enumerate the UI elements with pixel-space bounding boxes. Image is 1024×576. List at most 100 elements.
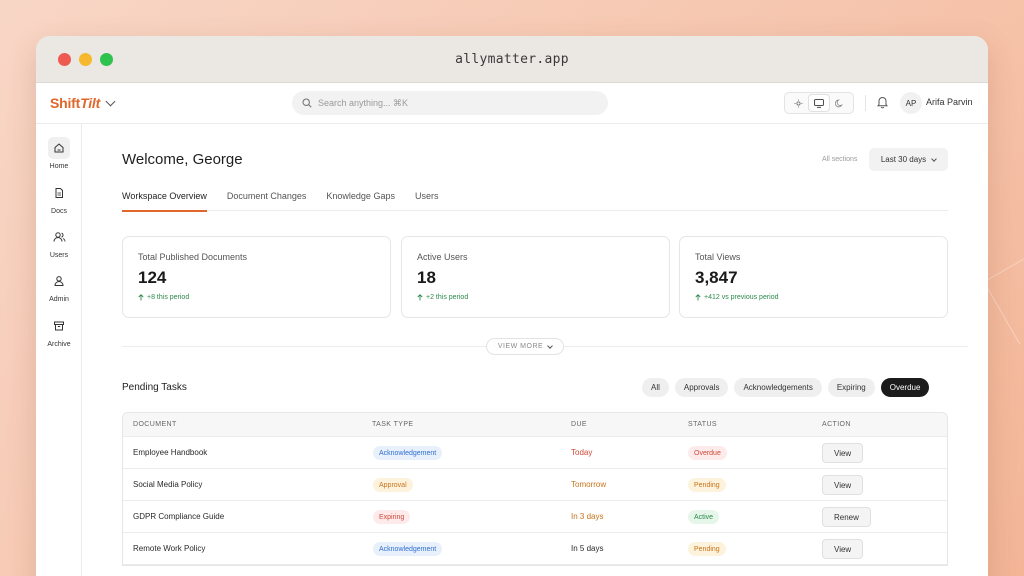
arrow-up-icon xyxy=(138,294,144,301)
table-row[interactable]: Employee Handbook Acknowledgement Today … xyxy=(123,437,947,469)
sidebar: Home Docs Users Admin Archive xyxy=(36,124,82,576)
table-header: DOCUMENT TASK TYPE DUE STATUS ACTION xyxy=(123,413,947,437)
minimize-window-button[interactable] xyxy=(79,53,92,66)
page-title: Welcome, George xyxy=(122,151,243,168)
document-name: GDPR Compliance Guide xyxy=(133,512,225,521)
pending-tasks-table: DOCUMENT TASK TYPE DUE STATUS ACTION Emp… xyxy=(122,412,948,566)
stat-card-total-views: Total Views 3,847 +412 vs previous perio… xyxy=(679,236,948,318)
title-bar: allymatter.app xyxy=(36,36,988,83)
column-header: DUE xyxy=(571,421,587,428)
stat-value: 124 xyxy=(138,268,167,287)
admin-icon xyxy=(48,270,70,292)
sidebar-item-docs[interactable]: Docs xyxy=(36,182,82,215)
light-theme-button[interactable] xyxy=(788,95,808,111)
sidebar-item-archive[interactable]: Archive xyxy=(36,315,82,348)
stat-delta: +8 this period xyxy=(138,294,375,301)
sidebar-item-label: Archive xyxy=(47,341,71,348)
arrow-up-icon xyxy=(417,294,423,301)
stat-label: Total Published Documents xyxy=(138,252,248,262)
task-type-badge: Approval xyxy=(373,478,413,492)
avatar[interactable]: AP xyxy=(900,92,922,114)
filter-approvals[interactable]: Approvals xyxy=(674,378,729,397)
system-theme-button[interactable] xyxy=(808,95,829,111)
document-icon xyxy=(48,182,70,204)
sidebar-item-label: Home xyxy=(49,163,69,170)
tab-document-changes[interactable]: Document Changes xyxy=(227,186,307,211)
filter-overdue[interactable]: Overdue xyxy=(880,378,930,397)
sidebar-item-users[interactable]: Users xyxy=(36,226,82,259)
document-name: Employee Handbook xyxy=(133,448,208,457)
status-badge: Active xyxy=(688,510,720,524)
chevron-down-icon xyxy=(547,342,554,349)
user-name[interactable]: Arifa Parvin xyxy=(926,97,973,107)
sidebar-item-label: Users xyxy=(49,252,69,259)
sections-label: All sections xyxy=(822,156,858,163)
status-badge: Pending xyxy=(688,478,726,492)
table-row[interactable]: Remote Work Policy Acknowledgement In 5 … xyxy=(123,533,947,565)
home-icon xyxy=(48,137,70,159)
tab-users[interactable]: Users xyxy=(415,186,439,211)
arrow-up-icon xyxy=(695,294,701,301)
date-range-select[interactable]: Last 30 days xyxy=(869,148,948,171)
column-header: DOCUMENT xyxy=(133,421,177,428)
stat-value: 3,847 xyxy=(695,268,738,287)
renew-button[interactable]: Renew xyxy=(822,507,871,527)
column-header: TASK TYPE xyxy=(372,421,414,428)
filter-acknowledgements[interactable]: Acknowledgements xyxy=(734,378,822,397)
stat-label: Total Views xyxy=(695,252,741,262)
sidebar-item-admin[interactable]: Admin xyxy=(36,270,82,303)
tab-knowledge-gaps[interactable]: Knowledge Gaps xyxy=(326,186,395,211)
filter-expiring[interactable]: Expiring xyxy=(827,378,875,397)
topbar-divider xyxy=(865,95,866,111)
maximize-window-button[interactable] xyxy=(100,53,113,66)
document-name: Social Media Policy xyxy=(133,480,203,489)
due-date: In 3 days xyxy=(571,512,604,521)
status-badge: Pending xyxy=(688,542,726,556)
section-title: Pending Tasks xyxy=(122,382,187,393)
task-type-badge: Acknowledgement xyxy=(373,446,443,460)
column-header: ACTION xyxy=(822,421,851,428)
due-date: Today xyxy=(571,448,593,457)
chevron-down-icon xyxy=(931,155,938,162)
bell-icon xyxy=(876,97,889,109)
tab-bar: Workspace Overview Document Changes Know… xyxy=(122,186,948,212)
table-row[interactable]: Social Media Policy Approval Tomorrow Pe… xyxy=(123,469,947,501)
table-row[interactable]: GDPR Compliance Guide Expiring In 3 days… xyxy=(123,501,947,533)
archive-icon xyxy=(48,315,70,337)
task-filters: All Approvals Acknowledgements Expiring … xyxy=(642,378,930,397)
search-input[interactable] xyxy=(318,98,578,108)
task-type-badge: Expiring xyxy=(373,510,411,524)
task-type-badge: Acknowledgement xyxy=(373,542,443,556)
stat-card-published-documents: Total Published Documents 124 +8 this pe… xyxy=(122,236,391,318)
stat-delta: +2 this period xyxy=(417,294,654,301)
sidebar-item-label: Docs xyxy=(51,208,67,215)
dark-theme-button[interactable] xyxy=(830,95,850,111)
stat-value: 18 xyxy=(417,268,436,287)
stat-delta: +412 vs previous period xyxy=(695,294,932,301)
status-badge: Overdue xyxy=(688,446,727,460)
monitor-icon xyxy=(814,98,824,108)
theme-toggle xyxy=(784,92,854,114)
chevron-down-icon xyxy=(105,96,116,106)
view-button[interactable]: View xyxy=(822,475,864,495)
url-text[interactable]: allymatter.app xyxy=(455,52,569,67)
brand-switcher[interactable]: ShiftTilt xyxy=(50,95,116,111)
filter-all[interactable]: All xyxy=(642,378,669,397)
app-topbar: ShiftTilt Search anything... ⌘K AP Arifa… xyxy=(36,83,988,124)
sun-icon xyxy=(794,98,803,108)
view-more-button[interactable]: VIEW MORE xyxy=(486,338,564,355)
users-icon xyxy=(48,226,70,248)
close-window-button[interactable] xyxy=(58,53,71,66)
view-button[interactable]: View xyxy=(822,539,864,559)
brand-logo: ShiftTilt xyxy=(50,95,101,111)
search-icon xyxy=(302,98,312,108)
stat-label: Active Users xyxy=(417,252,468,262)
search-bar[interactable] xyxy=(292,91,608,115)
tab-workspace-overview[interactable]: Workspace Overview xyxy=(122,186,207,212)
column-header: STATUS xyxy=(688,421,717,428)
view-button[interactable]: View xyxy=(822,443,864,463)
notifications-button[interactable] xyxy=(876,95,889,114)
sidebar-item-home[interactable]: Home xyxy=(36,137,82,170)
date-range-value: Last 30 days xyxy=(880,155,927,164)
stat-card-active-users: Active Users 18 +2 this period xyxy=(401,236,670,318)
